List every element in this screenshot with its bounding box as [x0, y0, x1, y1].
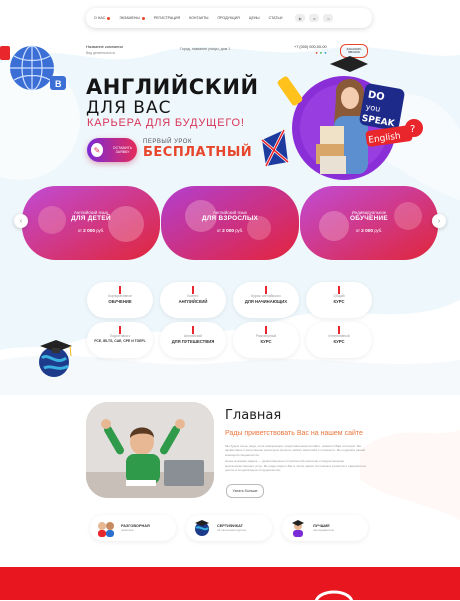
- program-card-individual[interactable]: Индивидуальное ОБУЧЕНИЕ от 2 000 руб.: [300, 186, 438, 260]
- odnoklassniki-icon[interactable]: о: [323, 14, 334, 22]
- graduation-globe-icon: [39, 340, 72, 377]
- benefit-certificate: СЕРТИФИКАТ об окончании курсов: [186, 515, 272, 541]
- feature-intensive[interactable]: Интенсивный КУРС: [306, 322, 372, 358]
- program-price: от 2 000 руб.: [77, 228, 105, 234]
- about-heading: Главная: [225, 408, 282, 423]
- footer-logo-icon: [314, 590, 354, 601]
- nav-item-prices[interactable]: ЦЕНЫ: [249, 16, 260, 20]
- about-paragraph: Мы будем очень рады, если информация, пр…: [225, 444, 366, 457]
- benefit-teachers: ЛУЧШИЕ преподаватели: [282, 515, 368, 541]
- feature-exam-prep[interactable]: Подготовка к FCE, IELTS, CAE, CPE И TOEFL: [87, 322, 153, 358]
- footer-band: [0, 567, 460, 601]
- svg-text:B: B: [55, 79, 62, 89]
- program-pre: Английский язык: [73, 210, 109, 215]
- svg-text:?: ?: [410, 124, 415, 135]
- nav-item-articles[interactable]: СТАТЬИ: [269, 16, 283, 20]
- teacher-icon: [292, 520, 304, 537]
- program-card-adults[interactable]: Английский язык ДЛЯ ВЗРОСЛЫХ от 2 000 ру…: [161, 186, 299, 260]
- nav-item-contacts[interactable]: КОНТАКТЫ: [189, 16, 208, 20]
- about-photo: [86, 402, 214, 498]
- program-name: ОБУЧЕНИЕ: [349, 215, 388, 222]
- hero-title: АНГЛИЙСКИЙ: [86, 75, 259, 99]
- learn-more-button[interactable]: Узнать больше: [226, 484, 264, 498]
- hero-illustration: DO you SPEAK English ?: [261, 56, 423, 180]
- speaking-people-icon: [98, 522, 114, 537]
- program-price: от 2 000 руб.: [216, 228, 244, 234]
- program-pre: Английский язык: [212, 210, 248, 215]
- program-name: ДЛЯ ВЗРОСЛЫХ: [201, 215, 259, 222]
- benefit-conversation: РАЗГОВОРНАЯ практика: [90, 515, 176, 541]
- nav-item-exams[interactable]: ЭКЗАМЕНЫ: [119, 16, 145, 20]
- feature-general[interactable]: Общий КУРС: [306, 282, 372, 318]
- globe-logo-icon: B: [0, 45, 66, 91]
- certificate-globe-icon: [195, 520, 209, 536]
- program-name: ДЛЯ ДЕТЕЙ: [71, 215, 111, 222]
- address: Город, название улицы, дом 1: [180, 47, 231, 51]
- free-label: БЕСПЛАТНЫЙ: [143, 145, 253, 160]
- nav-item-products[interactable]: ПРОДУКЦИЯ: [217, 16, 239, 20]
- youtube-icon[interactable]: ▶: [295, 14, 306, 22]
- program-pre: Индивидуальное: [351, 210, 387, 215]
- carousel-next-arrow-icon[interactable]: ›: [432, 214, 446, 228]
- feature-business[interactable]: Бизнес АНГЛИЙСКИЙ: [160, 282, 226, 318]
- feature-travel[interactable]: Английский ДЛЯ ПУТЕШЕСТВИЯ: [160, 322, 226, 358]
- hero-subtitle: КАРЬЕРА ДЛЯ БУДУЩЕГО!: [87, 117, 245, 129]
- about-subheading: Рады приветствовать Вас на нашем сайте: [225, 430, 363, 437]
- leave-request-button[interactable]: ✎ ОСТАВИТЬ ЗАЯВКУ: [87, 138, 137, 162]
- company-block: Название компании Вид деятельности: [86, 44, 123, 56]
- carousel-prev-arrow-icon[interactable]: ‹: [14, 214, 28, 228]
- top-navigation: О НАС ЭКЗАМЕНЫ РЕГИСТРАЦИЯ КОНТАКТЫ ПРОД…: [86, 8, 372, 28]
- phone-block: +7 (000) 000-00-00 ● ● ●: [294, 44, 327, 56]
- boy-with-laptop-illustration: [86, 402, 214, 498]
- feature-beginners[interactable]: Курсы английского ДЛЯ НАЧИНАЮЩИХ: [233, 282, 299, 318]
- pencil-icon: ✎: [91, 143, 103, 157]
- nav-item-about[interactable]: О НАС: [94, 16, 111, 20]
- about-text: Мы будем очень рады, если информация, пр…: [225, 444, 373, 472]
- feature-corporate[interactable]: Корпоративное ОБУЧЕНИЕ: [87, 282, 153, 318]
- program-card-kids[interactable]: Английский язык ДЛЯ ДЕТЕЙ от 2 000 руб.: [22, 186, 160, 260]
- vk-icon[interactable]: в: [309, 14, 320, 22]
- program-price: от 2 000 руб.: [355, 228, 383, 234]
- company-type: Вид деятельности: [86, 51, 115, 55]
- nav-item-registration[interactable]: РЕГИСТРАЦИЯ: [154, 16, 180, 20]
- hero-title-second-line: ДЛЯ ВАС: [86, 98, 172, 118]
- about-paragraph: Наша основная задача — удовлетворение по…: [225, 459, 366, 473]
- feature-conversational[interactable]: Разговорный КУРС: [233, 322, 299, 358]
